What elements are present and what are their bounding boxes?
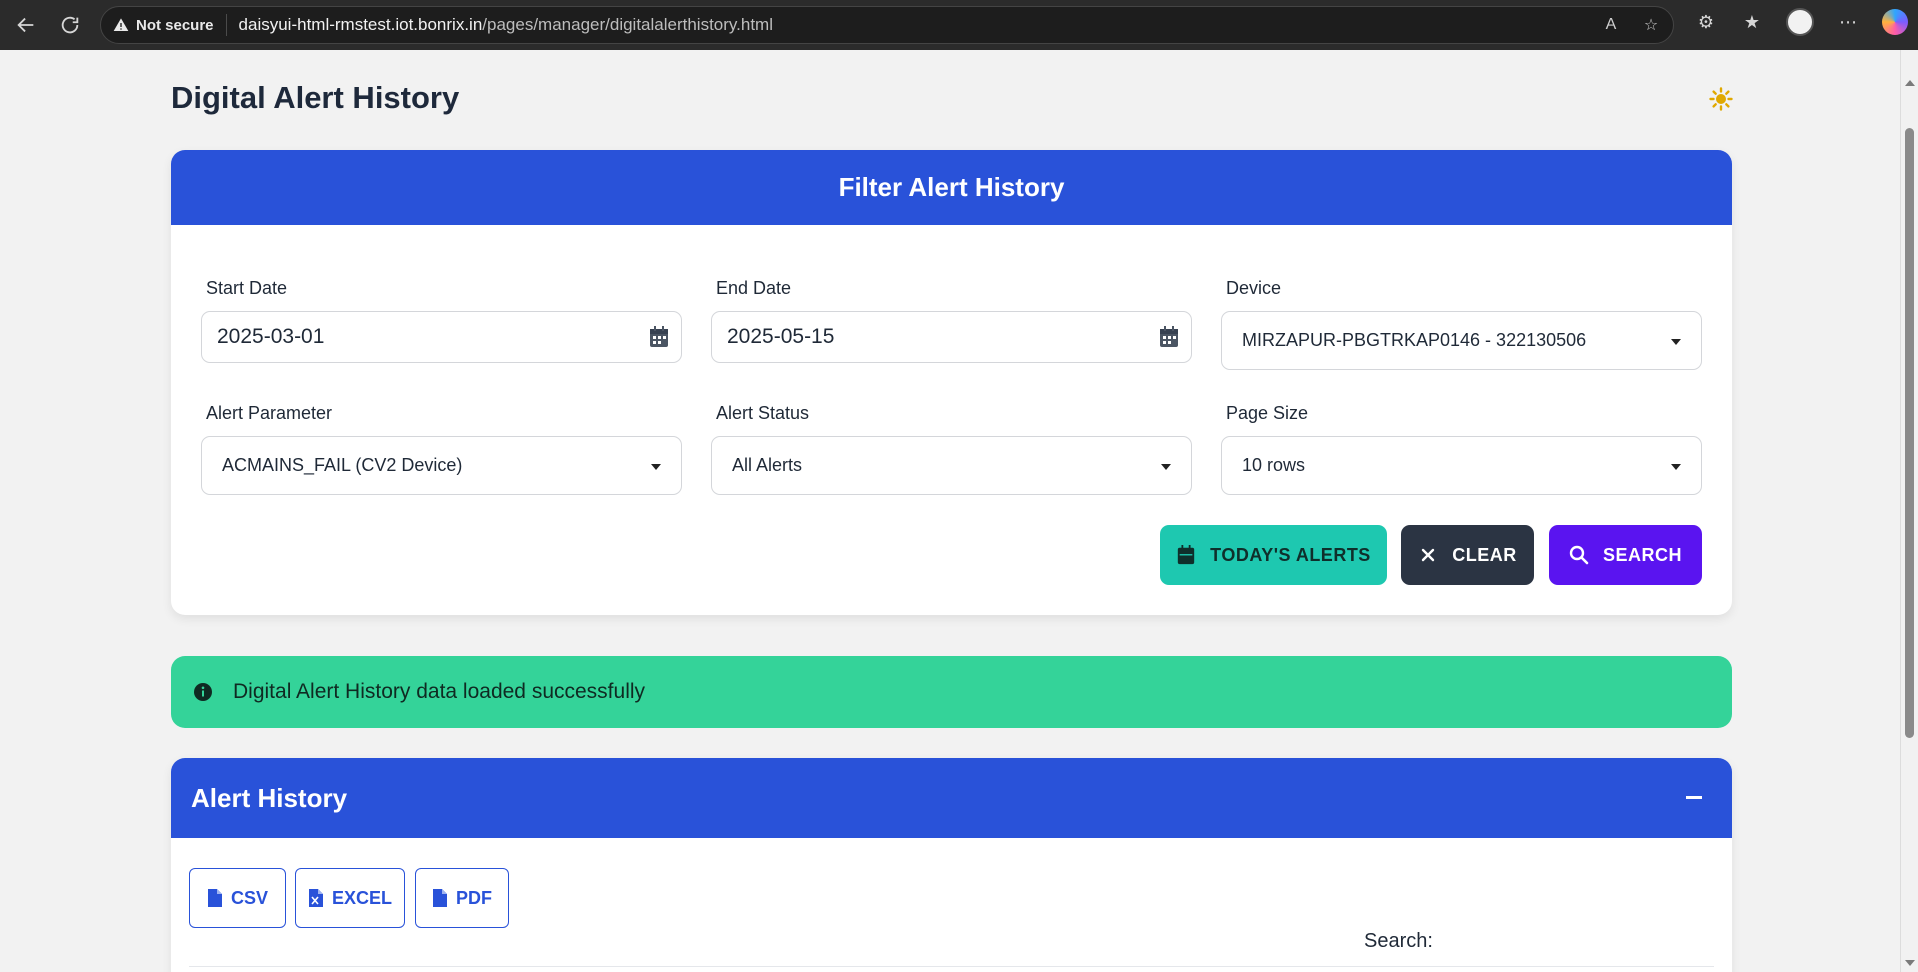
device-label: Device: [1226, 278, 1282, 298]
success-alert: Digital Alert History data loaded succes…: [171, 656, 1732, 728]
export-csv-button[interactable]: CSV: [189, 868, 286, 928]
calendar-icon: [1177, 545, 1195, 565]
start-date-value: 2025-03-01: [217, 325, 325, 348]
collapse-minus-icon[interactable]: [1686, 796, 1702, 799]
todays-alerts-button[interactable]: TODAY'S ALERTS: [1160, 525, 1387, 585]
excel-file-icon: [308, 889, 323, 907]
end-date-input[interactable]: 2025-05-15: [711, 311, 1192, 363]
sun-theme-toggle-icon[interactable]: [1709, 87, 1733, 111]
address-bar[interactable]: Not secure daisyui-html-rmstest.iot.bonr…: [100, 6, 1674, 44]
filter-card-header: Filter Alert History: [171, 150, 1732, 225]
end-date-label: End Date: [716, 278, 792, 298]
back-arrow-icon[interactable]: [8, 7, 44, 43]
alert-history-header: Alert History: [171, 758, 1732, 838]
scroll-up-arrow-icon[interactable]: [1905, 80, 1915, 86]
url-host: daisyui-html-rmstest.iot.bonrix.in: [238, 15, 483, 34]
export-pdf-button[interactable]: PDF: [415, 868, 509, 928]
todays-alerts-label: TODAY'S ALERTS: [1210, 544, 1371, 565]
favorites-icon[interactable]: ★: [1740, 10, 1764, 34]
csv-file-icon: [207, 889, 222, 907]
security-indicator[interactable]: Not secure: [113, 14, 227, 36]
end-date-value: 2025-05-15: [727, 325, 835, 348]
extensions-icon[interactable]: ⚙: [1694, 10, 1718, 34]
clear-button[interactable]: CLEAR: [1401, 525, 1534, 585]
browser-toolbar: Not secure daisyui-html-rmstest.iot.bonr…: [0, 0, 1918, 50]
page-size-select[interactable]: 10 rows: [1221, 436, 1702, 495]
chevron-down-icon: [1671, 339, 1681, 345]
clear-label: CLEAR: [1452, 544, 1517, 565]
search-icon: [1569, 545, 1589, 565]
start-date-input[interactable]: 2025-03-01: [201, 311, 682, 363]
alert-parameter-label: Alert Parameter: [206, 403, 333, 423]
search-button[interactable]: SEARCH: [1549, 525, 1702, 585]
chevron-down-icon: [1161, 464, 1171, 470]
device-value: MIRZAPUR-PBGTRKAP0146 - 322130506: [1242, 330, 1587, 350]
chevron-down-icon: [651, 464, 661, 470]
copilot-icon[interactable]: [1882, 9, 1908, 35]
security-label: Not secure: [136, 16, 214, 34]
info-icon: [194, 683, 212, 701]
alert-status-select[interactable]: All Alerts: [711, 436, 1192, 495]
alert-message: Digital Alert History data loaded succes…: [233, 680, 646, 703]
more-menu-icon[interactable]: ⋯: [1836, 10, 1860, 34]
page-size-value: 10 rows: [1242, 455, 1306, 475]
scroll-down-arrow-icon[interactable]: [1905, 960, 1915, 966]
page-size-label: Page Size: [1226, 403, 1309, 423]
calendar-icon[interactable]: [1159, 326, 1179, 348]
read-aloud-icon[interactable]: A: [1601, 15, 1621, 35]
filter-card: Filter Alert History Start Date 2025-03-…: [171, 150, 1732, 615]
page-title: Digital Alert History: [171, 80, 460, 115]
table-search-label: Search:: [1364, 930, 1433, 952]
url-text: daisyui-html-rmstest.iot.bonrix.in/pages…: [239, 15, 773, 35]
profile-avatar[interactable]: [1786, 8, 1814, 36]
export-excel-label: EXCEL: [331, 887, 392, 908]
export-csv-label: CSV: [230, 887, 268, 908]
reload-icon[interactable]: [52, 7, 88, 43]
alert-parameter-select[interactable]: ACMAINS_FAIL (CV2 Device): [201, 436, 682, 495]
pdf-file-icon: [433, 889, 447, 907]
calendar-icon[interactable]: [649, 326, 669, 348]
scroll-thumb[interactable]: [1905, 128, 1914, 738]
chevron-down-icon: [1671, 464, 1681, 470]
device-select[interactable]: MIRZAPUR-PBGTRKAP0146 - 322130506: [1221, 311, 1702, 370]
search-label: SEARCH: [1602, 544, 1682, 565]
table-top-border: [189, 966, 1714, 967]
close-icon: [1422, 548, 1435, 562]
alert-status-label: Alert Status: [716, 403, 810, 423]
url-path: /pages/manager/digitalalerthistory.html: [482, 15, 773, 34]
favorite-star-icon[interactable]: ☆: [1641, 15, 1661, 35]
export-pdf-label: PDF: [456, 887, 492, 908]
alert-parameter-value: ACMAINS_FAIL (CV2 Device): [222, 455, 463, 475]
alert-history-title: Alert History: [191, 782, 348, 813]
export-excel-button[interactable]: EXCEL: [295, 868, 405, 928]
warning-icon: [113, 18, 129, 31]
alert-status-value: All Alerts: [732, 455, 803, 475]
start-date-label: Start Date: [206, 278, 288, 298]
alert-history-card: Alert History CSV EXCEL PDF Search:: [171, 758, 1732, 972]
page-scrollbar[interactable]: [1900, 50, 1918, 972]
